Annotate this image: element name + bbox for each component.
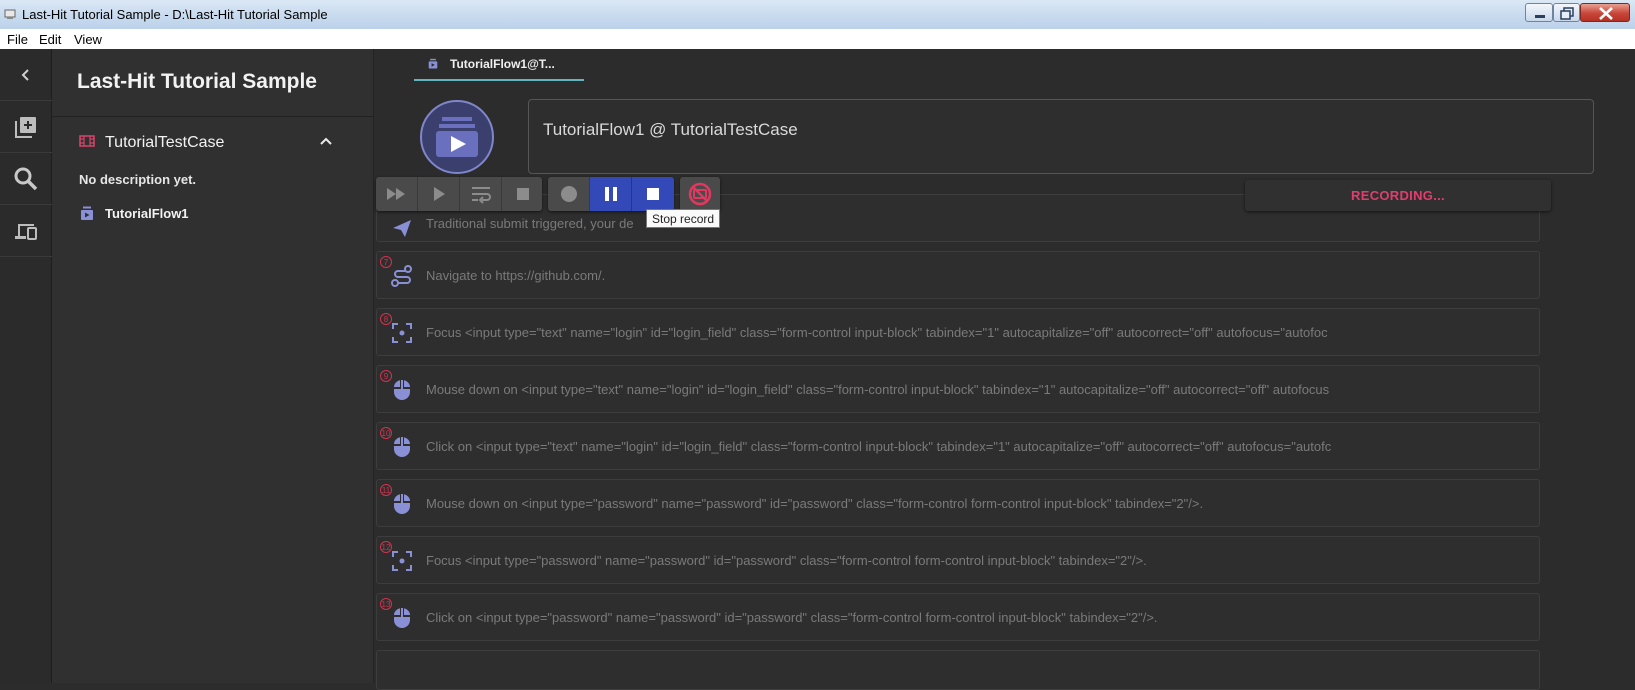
tooltip: Stop record: [646, 209, 720, 228]
pause-icon: [605, 187, 617, 201]
step-text: Mouse down on <input type="text" name="l…: [426, 382, 1330, 397]
step-text: Click on <input type="password" name="pa…: [426, 610, 1158, 625]
chevron-up-icon[interactable]: [318, 135, 334, 147]
project-title: Last-Hit Tutorial Sample: [77, 70, 317, 93]
add-workspace-button[interactable]: [0, 101, 52, 153]
focus-icon: [392, 551, 412, 571]
tab-flow[interactable]: TutorialFlow1@T...: [414, 49, 584, 81]
sidebar-divider: [52, 116, 374, 117]
stop-icon: [647, 188, 659, 200]
sidebar: Last-Hit Tutorial Sample TutorialTestCas…: [52, 49, 374, 683]
wrap-text-icon: [472, 187, 491, 204]
stop-record-button[interactable]: [632, 177, 674, 211]
devices-icon: [15, 224, 37, 240]
menu-bar: File Edit View: [0, 29, 1635, 49]
devices-button[interactable]: [0, 205, 52, 257]
step-text: Focus <input type="text" name="login" id…: [426, 325, 1328, 340]
recording-label: RECORDING...: [1351, 188, 1445, 203]
window-title: Last-Hit Tutorial Sample - D:\Last-Hit T…: [22, 7, 328, 22]
flow-title: TutorialFlow1 @ TutorialTestCase: [543, 120, 798, 139]
no-capture-icon: [688, 182, 712, 206]
menu-file[interactable]: File: [7, 32, 28, 47]
step-text: Mouse down on <input type="password" nam…: [426, 496, 1204, 511]
step-item[interactable]: 13 Click on <input type="password" name=…: [376, 593, 1540, 641]
stop-replay-button[interactable]: [502, 177, 544, 211]
recording-status: RECORDING...: [1245, 180, 1551, 211]
record-icon: [561, 186, 577, 202]
mouse-icon: [394, 380, 410, 400]
stop-icon: [517, 188, 529, 200]
search-button[interactable]: [0, 153, 52, 205]
search-icon: [14, 167, 38, 191]
chevron-left-icon: [21, 69, 29, 81]
capture-off-button[interactable]: [680, 177, 720, 211]
capture-controls: [680, 177, 720, 211]
step-item[interactable]: 12 Focus <input type="password" name="pa…: [376, 536, 1540, 584]
send-icon: [393, 220, 411, 237]
record-controls: [548, 177, 674, 211]
mouse-icon: [394, 494, 410, 514]
flow-avatar: [420, 100, 494, 174]
step-item[interactable]: 11 Mouse down on <input type="password" …: [376, 479, 1540, 527]
play-button[interactable]: [418, 177, 460, 211]
step-item[interactable]: 10 Click on <input type="text" name="log…: [376, 422, 1540, 470]
focus-icon: [392, 323, 412, 343]
main-panel: TutorialFlow1@T... TutorialFlow1 @ Tutor…: [374, 49, 1635, 690]
minimize-button[interactable]: [1525, 3, 1553, 22]
step-over-button[interactable]: [460, 177, 502, 211]
test-case-title[interactable]: TutorialTestCase: [105, 134, 224, 152]
library-add-icon: [15, 117, 36, 138]
restore-button[interactable]: [1553, 3, 1580, 22]
flow-item[interactable]: TutorialFlow1: [105, 206, 189, 221]
flow-icon: [436, 117, 478, 157]
step-text: Navigate to https://github.com/.: [426, 268, 606, 283]
step-item[interactable]: 8 Focus <input type="text" name="login" …: [376, 308, 1540, 356]
collapse-button[interactable]: [0, 49, 52, 101]
step-item[interactable]: [376, 650, 1540, 690]
navigation-rail: [0, 49, 52, 683]
step-text: Click on <input type="text" name="login"…: [426, 439, 1332, 454]
pause-record-button[interactable]: [590, 177, 632, 211]
step-item[interactable]: 7 Navigate to https://github.com/.: [376, 251, 1540, 299]
step-text: Traditional submit triggered, your de: [426, 216, 634, 231]
flow-icon: [81, 206, 93, 220]
app-icon: [4, 9, 16, 19]
flow-header: TutorialFlow1 @ TutorialTestCase: [528, 99, 1594, 174]
mouse-icon: [394, 608, 410, 628]
fast-forward-button[interactable]: [376, 177, 418, 211]
play-icon: [434, 187, 445, 201]
replay-controls: [376, 177, 542, 211]
tab-label: TutorialFlow1@T...: [450, 57, 555, 71]
close-button[interactable]: [1580, 3, 1630, 22]
flow-icon: [428, 58, 438, 69]
step-item[interactable]: 9 Mouse down on <input type="text" name=…: [376, 365, 1540, 413]
step-text: Focus <input type="password" name="passw…: [426, 553, 1147, 568]
menu-edit[interactable]: Edit: [39, 32, 61, 47]
navigate-icon: [391, 265, 412, 287]
window-titlebar: Last-Hit Tutorial Sample - D:\Last-Hit T…: [0, 0, 1635, 30]
test-case-description: No description yet.: [79, 172, 197, 187]
menu-view[interactable]: View: [74, 32, 102, 47]
mouse-icon: [394, 437, 410, 457]
record-button[interactable]: [548, 177, 590, 211]
fast-forward-icon: [387, 188, 405, 200]
film-icon: [79, 135, 95, 147]
